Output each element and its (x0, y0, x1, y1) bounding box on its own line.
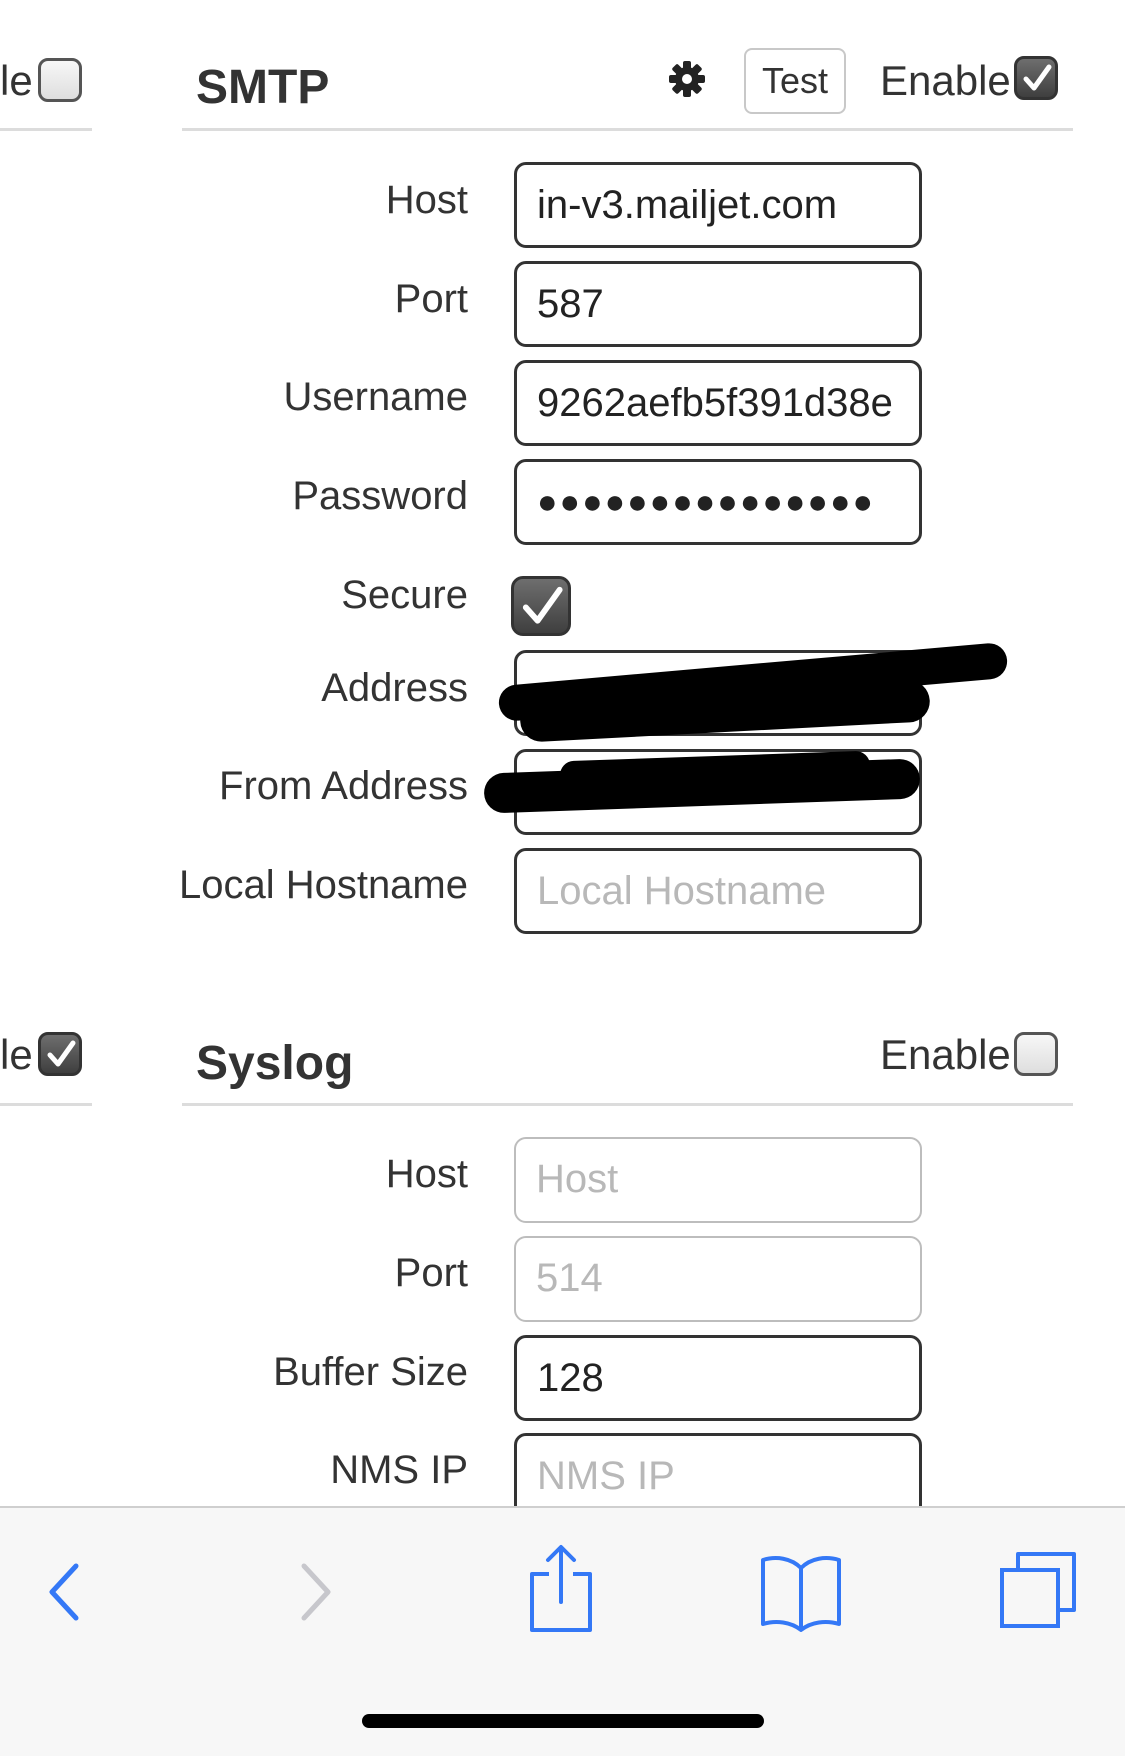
left-enable-checkbox-bottom[interactable] (38, 1032, 82, 1076)
smtp-host-label: Host (385, 178, 468, 222)
smtp-from-address-label: From Address (219, 764, 468, 808)
forward-icon[interactable] (296, 1562, 336, 1622)
share-icon[interactable] (526, 1544, 596, 1634)
smtp-port-input[interactable]: 587 (514, 261, 922, 347)
smtp-port-label: Port (394, 277, 468, 321)
syslog-host-input[interactable]: Host (514, 1137, 922, 1223)
smtp-divider (182, 128, 1073, 131)
syslog-port-label: Port (394, 1251, 468, 1295)
back-icon[interactable] (44, 1562, 84, 1622)
smtp-enable-label: Enable (880, 57, 1011, 104)
syslog-enable-checkbox[interactable] (1014, 1032, 1058, 1076)
smtp-local-hostname-label: Local Hostname (178, 863, 468, 907)
syslog-port-input[interactable]: 514 (514, 1236, 922, 1322)
smtp-test-button[interactable]: Test (744, 48, 846, 114)
home-indicator[interactable] (362, 1714, 764, 1728)
gear-icon[interactable] (668, 60, 706, 98)
syslog-enable-label: Enable (880, 1031, 1011, 1078)
smtp-username-input[interactable]: 9262aefb5f391d38e (514, 360, 922, 446)
left-enable-label-bottom: le (0, 1031, 33, 1078)
bookmarks-icon[interactable] (758, 1552, 844, 1632)
tabs-icon[interactable] (998, 1550, 1078, 1630)
left-enable-label-top: le (0, 57, 33, 104)
syslog-buffer-size-label: Buffer Size (273, 1350, 468, 1394)
smtp-password-input[interactable]: ●●●●●●●●●●●●●●● (514, 459, 922, 545)
syslog-nms-ip-label: NMS IP (330, 1448, 468, 1492)
smtp-enable-checkbox[interactable] (1014, 56, 1058, 100)
syslog-host-label: Host (385, 1152, 468, 1196)
syslog-divider (182, 1103, 1073, 1106)
smtp-local-hostname-input[interactable]: Local Hostname (514, 848, 922, 934)
smtp-secure-label: Secure (341, 573, 468, 617)
smtp-secure-checkbox[interactable] (511, 576, 571, 636)
smtp-address-label: Address (321, 666, 468, 710)
left-divider-top (0, 128, 92, 131)
smtp-host-input[interactable]: in-v3.mailjet.com (514, 162, 922, 248)
smtp-username-label: Username (283, 375, 468, 419)
left-divider-bottom (0, 1103, 92, 1106)
syslog-section-title: Syslog (196, 1037, 354, 1090)
syslog-buffer-size-input[interactable]: 128 (514, 1335, 922, 1421)
smtp-password-label: Password (292, 474, 468, 518)
smtp-section-title: SMTP (196, 61, 330, 114)
left-enable-checkbox-top[interactable] (38, 58, 82, 102)
